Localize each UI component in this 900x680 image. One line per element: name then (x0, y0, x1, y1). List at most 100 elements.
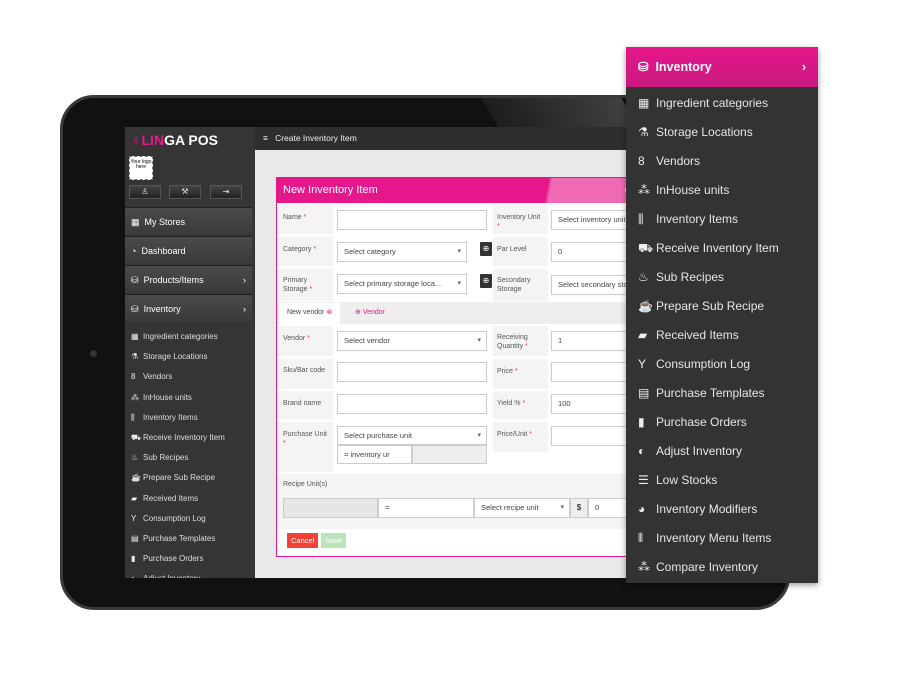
recipe-unit-select[interactable]: Select recipe unit (474, 498, 570, 518)
vendor-label: Vendor * (277, 326, 333, 356)
form-title: New Inventory Item (283, 184, 378, 196)
yield-label: Yield % * (493, 391, 548, 419)
menu-item-adjust-inventory[interactable]: ◐ Adjust Inventory (638, 437, 742, 466)
menu-item-compare-inventory[interactable]: ⁂ Compare Inventory (638, 553, 758, 582)
sidebar-subitem-inhouse-units[interactable]: ⁂ InHouse units (131, 388, 192, 408)
sidebar: ♀LINGA POS Your logo here ♙ ⚒ ⇥ ▦ My Sto… (125, 127, 255, 578)
tab-new-vendor[interactable]: New vendor ⊗ (279, 303, 341, 325)
inventory-unit-select[interactable]: Select inventory unit (551, 210, 626, 230)
plus-circle-icon: ⊕ (355, 309, 361, 316)
menu-item-prepare-sub-recipe[interactable]: ☕ Prepare Sub Recipe (638, 292, 764, 321)
menu-item-vendors[interactable]: 8 Vendors (638, 147, 700, 176)
price-input[interactable] (551, 362, 626, 382)
menu-header-inventory[interactable]: ⛁ Inventory › (626, 47, 818, 87)
primary-storage-select[interactable]: Select primary storage loca... (337, 274, 467, 294)
adjust-icon: ◐ (638, 444, 646, 458)
sku-input[interactable] (337, 362, 487, 382)
database-icon: ☰ (638, 473, 649, 487)
name-input[interactable] (337, 210, 487, 230)
sidebar-item-inventory[interactable]: ⛁ Inventory › (125, 294, 252, 322)
menu-item-consumption-log[interactable]: Y Consumption Log (638, 350, 750, 379)
sidebar-subitem-ingredient-categories[interactable]: ▦ Ingredient categories (131, 327, 218, 347)
cart-icon: ⛟ (638, 241, 654, 255)
new-inventory-item-form: New Inventory ItemO Name * Inventory Uni… (276, 177, 626, 557)
category-label: Category * (277, 237, 333, 266)
flask-icon: ⚗ (638, 125, 649, 139)
menu-item-inventory-items[interactable]: ⫼ Inventory Items (638, 205, 738, 234)
add-storage-button[interactable]: ⊕ (480, 274, 492, 288)
hamburger-icon[interactable]: ≡ (263, 133, 268, 143)
inventory-unit-label: Inventory Unit * (493, 205, 548, 234)
logout-button[interactable]: ⇥ (210, 185, 242, 199)
menu-item-inventory-menu-items[interactable]: ⫴ Inventory Menu Items (638, 524, 771, 553)
coffee-icon: ☕ (638, 299, 653, 313)
secondary-storage-select[interactable]: Select secondary storage (551, 275, 626, 295)
basket-icon: ⛁ (131, 275, 139, 285)
vendor-icon: 8 (131, 372, 136, 382)
pie-chart-icon: ◕ (638, 502, 646, 516)
sidebar-subitem-adjust-inventory[interactable]: ◐Adjust Inventory (131, 569, 200, 578)
grid-icon: ▦ (638, 96, 650, 110)
recipe-cost-input[interactable]: 0 (588, 498, 626, 518)
sidebar-subitem-storage-locations[interactable]: ⚗ Storage Locations (131, 347, 208, 367)
sidebar-subitem-receive-inventory-item[interactable]: ⛟ Receive Inventory Item (131, 428, 225, 448)
store-logo-placeholder[interactable]: Your logo here (129, 156, 153, 180)
recipe-unit-equals[interactable]: = (378, 498, 474, 518)
menu-item-received-items[interactable]: ▰ Received Items (638, 321, 739, 350)
page-title: Create Inventory Item (275, 133, 357, 143)
yield-input[interactable]: 100 (551, 394, 626, 414)
purchase-unit-equals[interactable]: = inventory ur (337, 445, 412, 464)
add-category-button[interactable]: ⊕ (480, 242, 492, 256)
menu-item-inhouse-units[interactable]: ⁂ InHouse units (638, 176, 729, 205)
menu-item-sub-recipes[interactable]: ♨ Sub Recipes (638, 263, 724, 292)
tab-vendor[interactable]: ⊕ Vendor (347, 303, 393, 323)
camera-icon (90, 350, 97, 357)
brand-name-input[interactable] (337, 394, 487, 414)
sidebar-subitem-consumption-log[interactable]: Y Consumption Log (131, 509, 206, 529)
dashboard-icon: ◔ (131, 246, 137, 256)
purchase-unit-readonly (412, 445, 487, 464)
chevron-right-icon: › (801, 60, 806, 74)
category-select[interactable]: Select category (337, 242, 467, 262)
glass-icon: Y (131, 513, 137, 523)
name-label: Name * (277, 205, 333, 234)
app-screen: ♀LINGA POS Your logo here ♙ ⚒ ⇥ ▦ My Sto… (125, 127, 626, 578)
inventory-menu-popout: ⛁ Inventory › ▦ Ingredient categories ⚗ Stor… (626, 47, 818, 583)
sidebar-item-dashboard[interactable]: ◔ Dashboard (125, 236, 252, 264)
sidebar-subitem-inventory-items[interactable]: ⫼ Inventory Items (131, 408, 198, 428)
sku-label: Sku/Bar code (277, 359, 333, 389)
currency-addon: $ (570, 498, 588, 518)
price-per-unit-input[interactable] (551, 426, 626, 446)
par-level-input[interactable]: 0 (551, 242, 626, 262)
menu-item-low-stocks[interactable]: ☰ Low Stocks (638, 466, 717, 495)
settings-button[interactable]: ⚒ (169, 185, 201, 199)
purchase-unit-label: Purchase Unit * (277, 422, 333, 472)
menu-item-inventory-modifiers[interactable]: ◕ Inventory Modifiers (638, 495, 757, 524)
menu-item-purchase-templates[interactable]: ▤ Purchase Templates (638, 379, 765, 408)
sidebar-subitem-vendors[interactable]: 8 Vendors (131, 367, 172, 387)
sidebar-subitem-sub-recipes[interactable]: ♨ Sub Recipes (131, 448, 188, 468)
close-circle-icon[interactable]: ⊗ (326, 309, 332, 316)
logout-icon: ⇥ (222, 187, 230, 196)
purchase-unit-select[interactable]: Select purchase unit (337, 426, 487, 445)
sidebar-subitem-prepare-sub-recipe[interactable]: ☕ Prepare Sub Recipe (131, 468, 215, 488)
receiving-quantity-input[interactable]: 1 (551, 331, 626, 351)
menu-item-ingredient-categories[interactable]: ▦ Ingredient categories (638, 89, 768, 118)
save-button[interactable]: Save (321, 533, 347, 548)
price-label: Price * (493, 359, 548, 389)
menu-item-storage-locations[interactable]: ⚗ Storage Locations (638, 118, 753, 147)
vendor-select[interactable]: Select vendor (337, 331, 487, 351)
cancel-button[interactable]: Cancel (287, 533, 319, 548)
sidebar-subitem-received-items[interactable]: ▰ Received Items (131, 489, 198, 509)
brand-name-label: Brand name (277, 391, 333, 419)
sidebar-subitem-purchase-orders[interactable]: ▮ Purchase Orders (131, 549, 203, 569)
menu-item-receive-inventory-item[interactable]: ⛟ Receive Inventory Item (638, 234, 779, 263)
sidebar-subitem-purchase-templates[interactable]: ▤ Purchase Templates (131, 529, 215, 549)
file-icon: ▮ (131, 554, 136, 564)
recipe-icon: ♨ (131, 453, 139, 463)
cutlery-icon: ⫴ (638, 531, 644, 545)
user-button[interactable]: ♙ (129, 185, 161, 199)
sidebar-item-my-stores[interactable]: ▦ My Stores (125, 207, 252, 235)
menu-item-purchase-orders[interactable]: ▮ Purchase Orders (638, 408, 747, 437)
sidebar-item-products-items[interactable]: ⛁ Products/Items › (125, 265, 252, 293)
